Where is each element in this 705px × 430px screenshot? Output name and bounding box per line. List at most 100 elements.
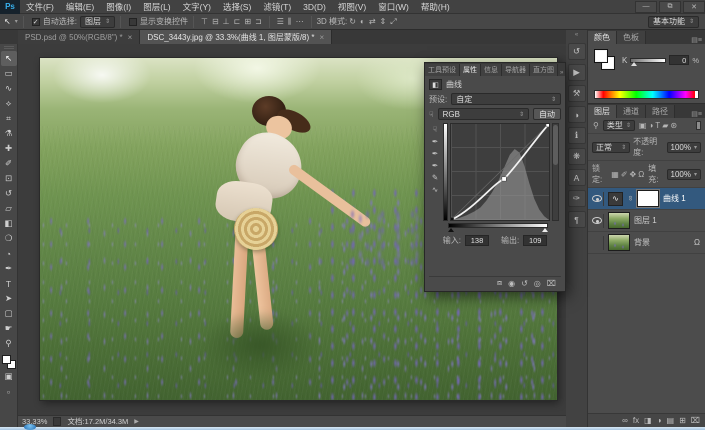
layer-name[interactable]: 曲线 1 (663, 193, 686, 204)
3d-scale-icon[interactable]: ⤢ (388, 17, 398, 26)
layer-row-curves-1[interactable]: ∿ ∞ 曲线 1 (588, 188, 705, 210)
panel-tab[interactable]: 通道 (617, 105, 646, 118)
menu-item[interactable]: 3D(D) (297, 0, 332, 14)
character-panel-icon[interactable]: A (568, 169, 586, 186)
menu-item[interactable]: 帮助(H) (415, 0, 456, 14)
menu-item[interactable]: 编辑(E) (60, 0, 100, 14)
menu-item[interactable]: 窗口(W) (372, 0, 415, 14)
tool-presets-panel-icon[interactable]: ⚒ (568, 85, 586, 102)
panel-tab[interactable]: 信息 (481, 64, 502, 76)
foreground-color-swatch[interactable] (594, 49, 608, 63)
new-group-icon[interactable]: ▤ (667, 416, 675, 425)
menu-item[interactable]: 滤镜(T) (257, 0, 297, 14)
document-tab[interactable]: PSD.psd @ 50%(RGB/8") * × (18, 30, 140, 44)
curve-pencil-icon[interactable]: ✎ (432, 173, 438, 182)
layer-row-background[interactable]: 背景 Ω (588, 232, 705, 254)
screen-mode-button[interactable]: ▫ (1, 384, 17, 399)
align-top-edges-icon[interactable]: ⊤ (199, 17, 210, 26)
clip-to-layer-icon[interactable]: ⧈ (497, 278, 502, 288)
panel-tab[interactable]: 色板 (617, 31, 646, 44)
menu-item[interactable]: 图层(L) (137, 0, 176, 14)
horizontal-type-tool[interactable]: T (1, 276, 17, 291)
panel-tab[interactable]: 直方图 (530, 64, 558, 76)
minimize-button[interactable]: — (635, 1, 657, 13)
preset-dropdown[interactable]: 自定 ⇕ (451, 93, 561, 105)
clone-stamp-tool[interactable]: ⊡ (1, 171, 17, 186)
gray-point-eyedropper-icon[interactable]: ✒ (432, 149, 438, 158)
gradient-tool[interactable]: ◧ (1, 216, 17, 231)
delete-layer-icon[interactable]: ⌧ (691, 416, 700, 425)
rectangle-tool[interactable]: ▢ (1, 306, 17, 321)
menu-item[interactable]: 文件(F) (20, 0, 60, 14)
rectangular-marquee-tool[interactable]: ▭ (1, 66, 17, 81)
auto-select-dropdown[interactable]: 图层 ⇕ (80, 16, 115, 28)
brush-panel-icon[interactable]: ✑ (568, 190, 586, 207)
distribute-gaps-icon[interactable]: ⋯ (294, 17, 306, 26)
filter-smart-objects-icon[interactable]: ⊛ (669, 121, 678, 130)
menu-item[interactable]: 视图(V) (332, 0, 372, 14)
align-left-edges-icon[interactable]: ⊏ (232, 17, 243, 26)
distribute-vertical-icon[interactable]: ☰ (275, 17, 286, 26)
fill-dropdown[interactable]: 100% ▾ (667, 169, 701, 180)
toolbar-grip[interactable] (4, 46, 14, 49)
crop-tool[interactable]: ⌗ (1, 111, 17, 126)
output-value-field[interactable]: 109 (523, 235, 547, 246)
3d-drag-icon[interactable]: ⇄ (367, 17, 378, 26)
layer-thumbnail[interactable] (608, 234, 630, 251)
eraser-tool[interactable]: ▱ (1, 201, 17, 216)
expand-panels-icon[interactable]: « (575, 32, 578, 38)
adjustments-panel-icon[interactable]: ◑ (568, 106, 586, 123)
status-proxy-box[interactable] (53, 417, 61, 426)
layer-visibility-toggle[interactable] (591, 214, 604, 228)
path-selection-tool[interactable]: ➤ (1, 291, 17, 306)
add-layer-mask-icon[interactable]: ◨ (644, 416, 652, 425)
panel-tab[interactable]: 属性 (460, 64, 481, 76)
layer-filter-dropdown[interactable]: 类型 ⇕ (603, 120, 635, 131)
panel-tab[interactable]: 路径 (646, 105, 675, 118)
quick-mask-button[interactable]: ▣ (1, 369, 17, 384)
k-slider[interactable] (630, 58, 666, 63)
history-brush-tool[interactable]: ↺ (1, 186, 17, 201)
document-tab[interactable]: DSC_3443y.jpg @ 33.3%(曲线 1, 图层蒙版/8) * × (140, 30, 332, 44)
distribute-horizontal-icon[interactable]: ⫼ (286, 17, 294, 26)
input-value-field[interactable]: 138 (465, 235, 489, 246)
tool-preset-dropdown-icon[interactable]: ▾ (15, 18, 18, 25)
info-panel-icon[interactable]: ℹ (568, 127, 586, 144)
align-horizontal-centers-icon[interactable]: ⊞ (242, 17, 253, 26)
targeted-adjustment-tool-icon[interactable]: ☟ (429, 110, 434, 119)
channel-dropdown[interactable]: RGB ⇕ (438, 108, 529, 120)
panel-tab[interactable]: 导航器 (502, 64, 530, 76)
panel-menu-icon[interactable]: ▤≡ (688, 36, 705, 44)
3d-rotate-icon[interactable]: ↻ (347, 17, 358, 26)
menu-item[interactable]: 图像(I) (100, 0, 137, 14)
paragraph-panel-icon[interactable]: ¶ (568, 211, 586, 228)
zoom-tool[interactable]: ⚲ (1, 336, 17, 351)
windows-start-orb-icon[interactable] (24, 424, 36, 430)
opacity-dropdown[interactable]: 100% ▾ (667, 142, 701, 153)
k-slider-marker[interactable] (631, 62, 637, 66)
blur-tool[interactable]: ❍ (1, 231, 17, 246)
menu-item[interactable]: 选择(S) (217, 0, 257, 14)
layer-thumbnail[interactable] (608, 212, 630, 229)
3d-slide-icon[interactable]: ⇕ (378, 17, 389, 26)
panel-tab[interactable]: 工具预设 (425, 64, 460, 76)
align-vertical-centers-icon[interactable]: ⊟ (210, 17, 221, 26)
dodge-tool[interactable]: ◔ (1, 246, 17, 261)
brush-tool[interactable]: ✐ (1, 156, 17, 171)
blend-mode-dropdown[interactable]: 正常 ⇕ (592, 142, 630, 153)
black-point-slider[interactable] (448, 228, 454, 232)
link-layers-icon[interactable]: ∞ (622, 416, 628, 425)
lock-pixels-icon[interactable]: ✐ (620, 170, 629, 179)
lock-position-icon[interactable]: ✥ (629, 170, 638, 179)
panel-tab[interactable]: 颜色 (588, 31, 617, 44)
lock-transparency-icon[interactable]: ▦ (610, 170, 620, 179)
black-point-eyedropper-icon[interactable]: ✒ (432, 137, 438, 146)
layer-visibility-toggle[interactable] (591, 192, 604, 206)
close-button[interactable]: ✕ (683, 1, 705, 13)
reset-adjustment-icon[interactable]: ↺ (521, 279, 528, 288)
layer-name[interactable]: 图层 1 (634, 215, 657, 226)
layer-mask-link-icon[interactable]: ∞ (627, 196, 634, 202)
quick-selection-tool[interactable]: ⟡ (1, 96, 17, 111)
white-point-eyedropper-icon[interactable]: ✒ (432, 161, 438, 170)
layer-filter-toggle[interactable] (696, 121, 701, 130)
